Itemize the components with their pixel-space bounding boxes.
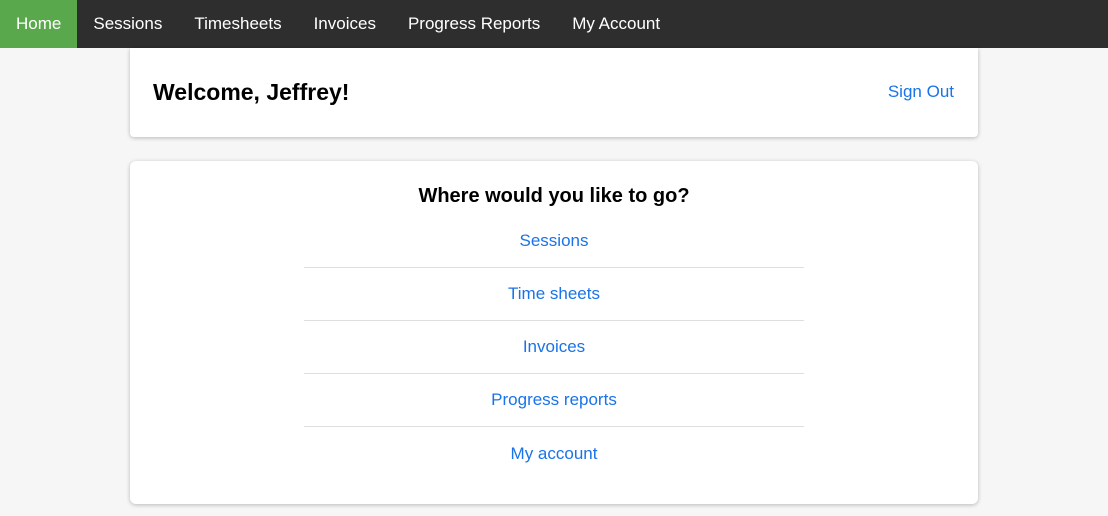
quick-navigation-list: Sessions Time sheets Invoices Progress r… [304,215,804,480]
list-item: Time sheets [304,268,804,321]
nav-item-invoices[interactable]: Invoices [298,0,392,48]
nav-item-sessions[interactable]: Sessions [77,0,178,48]
link-progress-reports[interactable]: Progress reports [491,390,617,410]
list-item: Progress reports [304,374,804,427]
quick-navigation-card: Where would you like to go? Sessions Tim… [130,161,978,504]
link-time-sheets[interactable]: Time sheets [508,284,600,304]
nav-item-timesheets[interactable]: Timesheets [178,0,297,48]
list-item: My account [304,427,804,480]
link-sessions[interactable]: Sessions [520,231,589,251]
nav-item-progress-reports[interactable]: Progress Reports [392,0,556,48]
list-item: Sessions [304,215,804,268]
list-item: Invoices [304,321,804,374]
quick-navigation-heading: Where would you like to go? [418,185,690,207]
nav-item-home[interactable]: Home [0,0,78,48]
link-my-account[interactable]: My account [511,444,598,464]
nav-item-my-account[interactable]: My Account [556,0,676,48]
sign-out-link[interactable]: Sign Out [888,82,954,102]
link-invoices[interactable]: Invoices [523,337,585,357]
welcome-card: Welcome, Jeffrey! Sign Out [130,48,978,137]
welcome-title: Welcome, Jeffrey! [153,79,350,105]
top-navigation-bar: Home Sessions Timesheets Invoices Progre… [0,0,1108,48]
